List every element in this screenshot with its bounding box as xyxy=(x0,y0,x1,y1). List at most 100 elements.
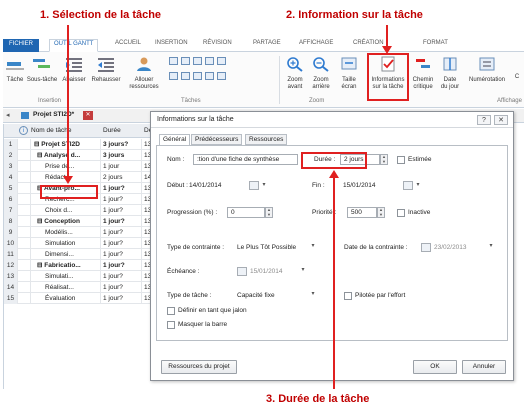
table-row[interactable]: 13 Simulati... 1 jour? 13 xyxy=(4,271,168,282)
respect-links-icon[interactable] xyxy=(193,72,202,80)
tab-accueil[interactable]: ACCUEIL xyxy=(115,40,141,46)
masquer-checkbox[interactable] xyxy=(167,320,175,329)
unlink-icon[interactable] xyxy=(181,57,190,65)
tab-revision[interactable]: RÉVISION xyxy=(203,40,232,46)
jalon-checkbox[interactable] xyxy=(167,306,175,315)
task-name-cell[interactable]: Simulation xyxy=(31,238,101,249)
tab-creation[interactable]: CRÉATION xyxy=(353,40,384,46)
echeance-calendar-icon[interactable] xyxy=(237,267,247,276)
split-icon[interactable] xyxy=(193,57,202,65)
tab-format[interactable]: FORMAT xyxy=(423,40,448,46)
duration-cell[interactable]: 1 jour? xyxy=(101,249,142,260)
echeance-dropdown-icon[interactable]: ▾ xyxy=(299,265,307,276)
table-row[interactable]: 15 Évaluation 1 jour? 13 xyxy=(4,293,168,304)
table-row[interactable]: 3 Prise de... 1 jour 13 xyxy=(4,161,168,172)
row-number[interactable]: 7 xyxy=(4,205,18,216)
duration-cell[interactable]: 1 jour? xyxy=(101,194,142,205)
table-row[interactable]: 9 Modélis... 1 jour? 13 xyxy=(4,227,168,238)
type-tache-select[interactable]: Capacité fixe xyxy=(237,292,275,299)
table-row[interactable]: 1 ⊟ Projet STI2D 3 jours? 13 xyxy=(4,139,168,150)
link-icon[interactable] xyxy=(169,57,178,65)
table-row[interactable]: 8 ⊟ Conception 1 jour? 13 xyxy=(4,216,168,227)
task-name-cell[interactable]: Prise de... xyxy=(31,161,101,172)
debut-calendar-icon[interactable] xyxy=(249,181,259,190)
row-number[interactable]: 10 xyxy=(4,238,18,249)
dialog-close-button[interactable]: ✕ xyxy=(494,115,508,125)
nom-field[interactable]: :tion d'une fiche de synthèse xyxy=(193,154,298,165)
row-number[interactable]: 3 xyxy=(4,161,18,172)
duration-cell[interactable]: 1 jour? xyxy=(101,282,142,293)
duration-cell[interactable]: 1 jour? xyxy=(101,293,142,304)
date-du-jour-button[interactable]: Date du jour xyxy=(437,56,463,91)
task-name-cell[interactable]: Choix d... xyxy=(31,205,101,216)
help-button[interactable]: ? xyxy=(477,115,491,125)
move-icon[interactable] xyxy=(169,72,178,80)
tab-predecesseurs[interactable]: Prédécesseurs xyxy=(191,134,243,145)
task-name-cell[interactable]: Simulati... xyxy=(31,271,101,282)
annuler-button[interactable]: Annuler xyxy=(462,360,506,374)
contrainte-select[interactable]: Le Plus Tôt Possible xyxy=(237,244,296,251)
table-row[interactable]: 14 Réalisat... 1 jour? 13 xyxy=(4,282,168,293)
duration-cell[interactable]: 1 jour? xyxy=(101,271,142,282)
row-number[interactable]: 9 xyxy=(4,227,18,238)
estimee-checkbox[interactable] xyxy=(397,155,405,164)
duration-cell[interactable]: 1 jour? xyxy=(101,216,142,227)
row-number[interactable]: 11 xyxy=(4,249,18,260)
priorite-field[interactable]: 500 xyxy=(347,207,377,218)
table-row[interactable]: 2 ⊟ Analyse d... 3 jours 13 xyxy=(4,150,168,161)
fin-dropdown-icon[interactable]: ▾ xyxy=(414,180,422,191)
taille-ecran-button[interactable]: Taille écran xyxy=(337,56,361,91)
task-name-cell[interactable]: ⊟ Analyse d... xyxy=(31,150,101,161)
duration-cell[interactable]: 3 jours? xyxy=(101,139,142,150)
abaisser-button[interactable]: Abaisser xyxy=(60,56,88,84)
sous-tache-button[interactable]: Sous-tâche xyxy=(26,56,58,84)
date-contrainte-dropdown-icon[interactable]: ▾ xyxy=(487,241,495,252)
tab-ressources[interactable]: Ressources xyxy=(245,134,288,145)
duration-cell[interactable]: 3 jours xyxy=(101,150,142,161)
row-number[interactable]: 13 xyxy=(4,271,18,282)
duration-cell[interactable]: 1 jour? xyxy=(101,260,142,271)
date-contrainte-calendar-icon[interactable] xyxy=(421,243,431,252)
row-number[interactable]: 15 xyxy=(4,293,18,304)
date-contrainte-value[interactable]: 23/02/2013 xyxy=(434,244,467,251)
chemin-critique-button[interactable]: Chemin critique xyxy=(410,56,436,91)
fin-value[interactable]: 15/01/2014 xyxy=(343,182,376,189)
c-partial-button[interactable]: C xyxy=(511,56,523,81)
duration-cell[interactable]: 1 jour? xyxy=(101,238,142,249)
table-row[interactable]: 10 Simulation 1 jour? 13 xyxy=(4,238,168,249)
duration-cell[interactable]: 1 jour? xyxy=(101,227,142,238)
row-number[interactable]: 2 xyxy=(4,150,18,161)
zoom-avant-button[interactable]: Zoom avant xyxy=(284,56,306,91)
debut-value[interactable]: 14/01/2014 xyxy=(189,182,222,189)
header-duree[interactable]: Durée xyxy=(103,127,121,134)
task-name-cell[interactable]: Modélis... xyxy=(31,227,101,238)
priorite-spinner[interactable]: ▲ ▼ xyxy=(377,207,385,218)
row-number[interactable]: 12 xyxy=(4,260,18,271)
inactivate-icon[interactable] xyxy=(205,72,214,80)
inactive-checkbox[interactable] xyxy=(397,208,405,217)
zoom-arriere-button[interactable]: Zoom arrière xyxy=(308,56,334,91)
fin-calendar-icon[interactable] xyxy=(403,181,413,190)
rehausser-button[interactable]: Rehausser xyxy=(90,56,122,84)
row-number[interactable]: 14 xyxy=(4,282,18,293)
nav-left-icon[interactable]: ◂ xyxy=(6,111,10,119)
tab-affichage[interactable]: AFFICHAGE xyxy=(299,40,333,46)
contrainte-dropdown-icon[interactable]: ▾ xyxy=(309,241,317,252)
row-number[interactable]: 8 xyxy=(4,216,18,227)
task-name-cell[interactable]: ⊟ Conception xyxy=(31,216,101,227)
mode-icon[interactable] xyxy=(181,72,190,80)
tab-outil-gantt[interactable]: OUTIL GANTT xyxy=(49,39,99,52)
duration-cell[interactable]: 1 jour? xyxy=(101,205,142,216)
calendar-small-icon[interactable] xyxy=(217,72,226,80)
progression-field[interactable]: 0 xyxy=(227,207,265,218)
pilotee-checkbox[interactable] xyxy=(344,291,352,300)
numerotation-button[interactable]: Numérotation xyxy=(465,56,509,84)
auto-schedule-icon[interactable] xyxy=(205,57,214,65)
row-number[interactable]: 5 xyxy=(4,183,18,194)
row-number[interactable]: 6 xyxy=(4,194,18,205)
row-number[interactable]: 1 xyxy=(4,139,18,150)
duration-cell[interactable]: 1 jour? xyxy=(101,183,142,194)
task-name-cell[interactable]: ⊟ Fabricatio... xyxy=(31,260,101,271)
debut-dropdown-icon[interactable]: ▾ xyxy=(260,180,268,191)
ok-button[interactable]: OK xyxy=(413,360,457,374)
